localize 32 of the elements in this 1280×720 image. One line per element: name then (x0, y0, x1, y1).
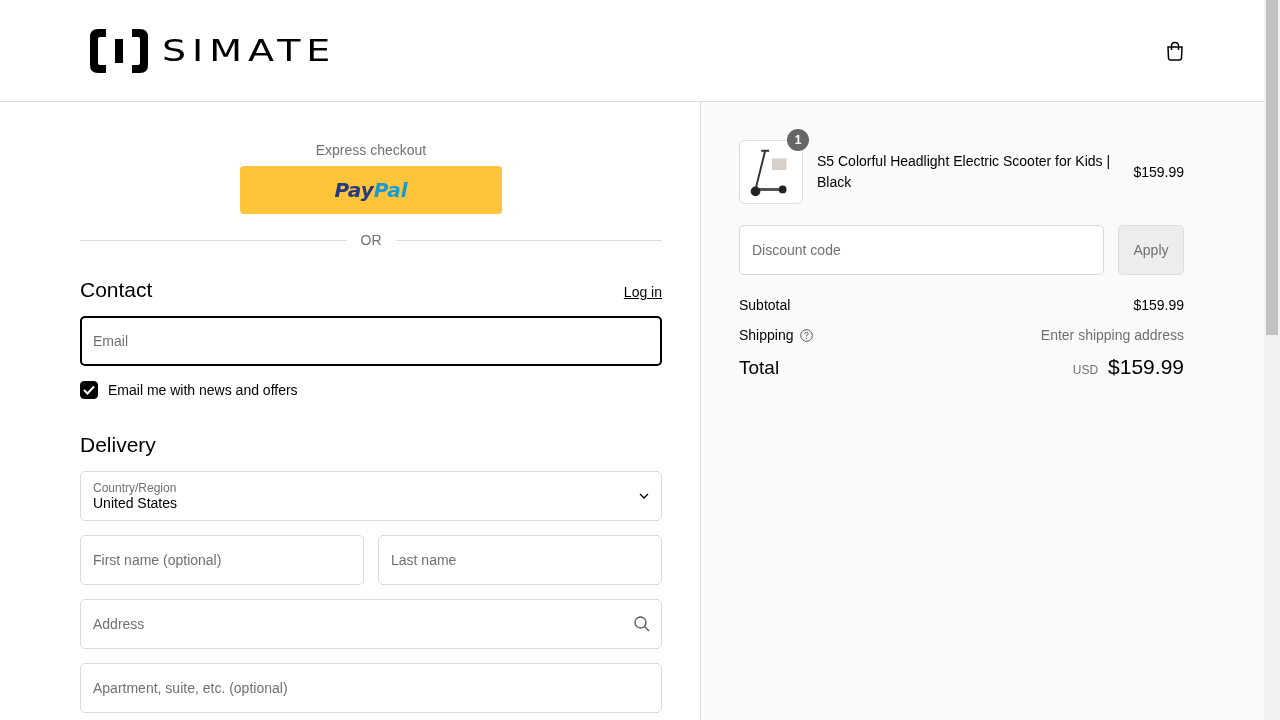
quantity-badge: 1 (787, 129, 809, 151)
login-link[interactable]: Log in (623, 284, 662, 300)
or-divider-label: OR (360, 232, 382, 248)
input-field[interactable]: Last name (378, 535, 662, 585)
subtotal-label: Subtotal (739, 297, 791, 313)
express-checkout-title: Express checkout (315, 142, 427, 158)
newsletter-label: Email me with news and offers (108, 382, 298, 398)
newsletter-checkbox[interactable] (80, 381, 98, 399)
chevron-down-icon (639, 493, 649, 499)
email-field[interactable]: Email (80, 316, 662, 366)
apply-button[interactable]: Apply (1118, 225, 1184, 275)
input-field[interactable]: First name (optional) (80, 535, 364, 585)
country-select[interactable]: Country/Region United States (80, 471, 662, 521)
total-label: Total (739, 357, 780, 379)
shipping-label: Shipping (739, 327, 794, 343)
product-name: S5 Colorful Headlight Electric Scooter for Kids | Black (817, 152, 1112, 192)
delivery-heading: Delivery (80, 433, 157, 457)
brand-name: SIMATE (162, 35, 337, 66)
search-icon (634, 616, 650, 632)
paypal-button[interactable]: PayPal (240, 166, 502, 214)
currency-code: USD (1072, 363, 1099, 377)
scrollbar[interactable] (1264, 0, 1280, 720)
input-field[interactable]: Apartment, suite, etc. (optional) (80, 663, 662, 713)
discount-field[interactable]: Discount code (739, 225, 1104, 275)
help-icon[interactable] (799, 328, 813, 342)
shipping-value: Enter shipping address (1040, 327, 1184, 343)
contact-heading: Contact (80, 278, 153, 302)
address-field[interactable]: Address (80, 599, 662, 649)
product-price: $159.99 (1133, 164, 1184, 180)
subtotal-value: $159.99 (1133, 297, 1184, 313)
shopping-bag-icon[interactable] (1166, 40, 1184, 61)
total-value: $159.99 (1108, 355, 1184, 379)
